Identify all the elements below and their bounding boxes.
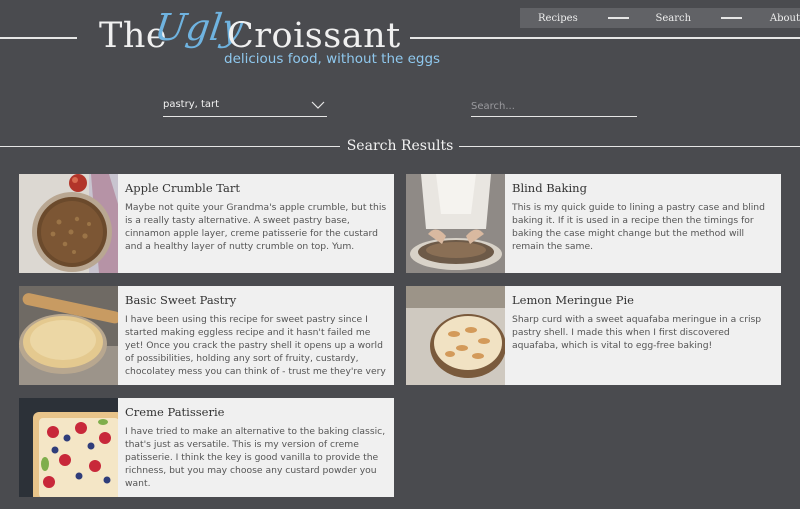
card-title: Blind Baking <box>512 181 587 195</box>
card-description: Sharp curd with a sweet aquafaba meringu… <box>512 314 762 351</box>
nav-separator <box>607 17 629 19</box>
header-rule-left <box>0 37 77 39</box>
tag-filter-value: pastry, tart <box>163 99 220 110</box>
creme-patisserie-image <box>19 398 118 497</box>
card-title: Lemon Meringue Pie <box>512 293 634 307</box>
tag-filter-select[interactable]: pastry, tart <box>163 97 327 117</box>
lemon-meringue-pie-image <box>406 286 505 385</box>
recipe-card-creme-patisserie[interactable]: Creme Patisserie I have tried to make an… <box>19 398 394 497</box>
basic-sweet-pastry-image <box>19 286 118 385</box>
nav-separator <box>721 17 742 19</box>
card-description: This is my quick guide to lining a pastr… <box>512 202 765 252</box>
card-title: Basic Sweet Pastry <box>125 293 237 307</box>
card-description: I have been using this recipe for sweet … <box>125 314 386 377</box>
recipe-card-blind-baking[interactable]: Blind Baking This is my quick guide to l… <box>406 174 781 273</box>
search-results-title: Search Results <box>346 138 454 154</box>
card-description: I have tried to make an alternative to t… <box>125 426 386 489</box>
nav-about[interactable]: About <box>770 13 800 24</box>
logo-tagline: delicious food, without the eggs <box>224 51 441 67</box>
nav-search[interactable]: Search <box>656 13 692 24</box>
logo-text-croissant: Croissant <box>227 16 401 56</box>
search-field <box>471 97 637 117</box>
recipe-card-basic-sweet-pastry[interactable]: Basic Sweet Pastry I have been using thi… <box>19 286 394 385</box>
card-description: Maybe not quite your Grandma's apple cru… <box>125 202 387 252</box>
search-input[interactable] <box>471 97 637 115</box>
header-rule-right <box>410 37 800 39</box>
site-logo[interactable]: The Ugly Croissant delicious food, witho… <box>97 6 440 70</box>
recipe-card-lemon-meringue-pie[interactable]: Lemon Meringue Pie Sharp curd with a swe… <box>406 286 781 385</box>
recipe-card-apple-crumble-tart[interactable]: Apple Crumble Tart Maybe not quite your … <box>19 174 394 273</box>
apple-crumble-tart-image <box>19 174 118 273</box>
main-nav: Recipes Search About <box>520 8 800 28</box>
blind-baking-image <box>406 174 505 273</box>
chevron-down-icon <box>311 101 325 109</box>
card-title: Apple Crumble Tart <box>125 181 241 195</box>
card-title: Creme Patisserie <box>125 405 225 419</box>
nav-recipes[interactable]: Recipes <box>538 13 578 24</box>
